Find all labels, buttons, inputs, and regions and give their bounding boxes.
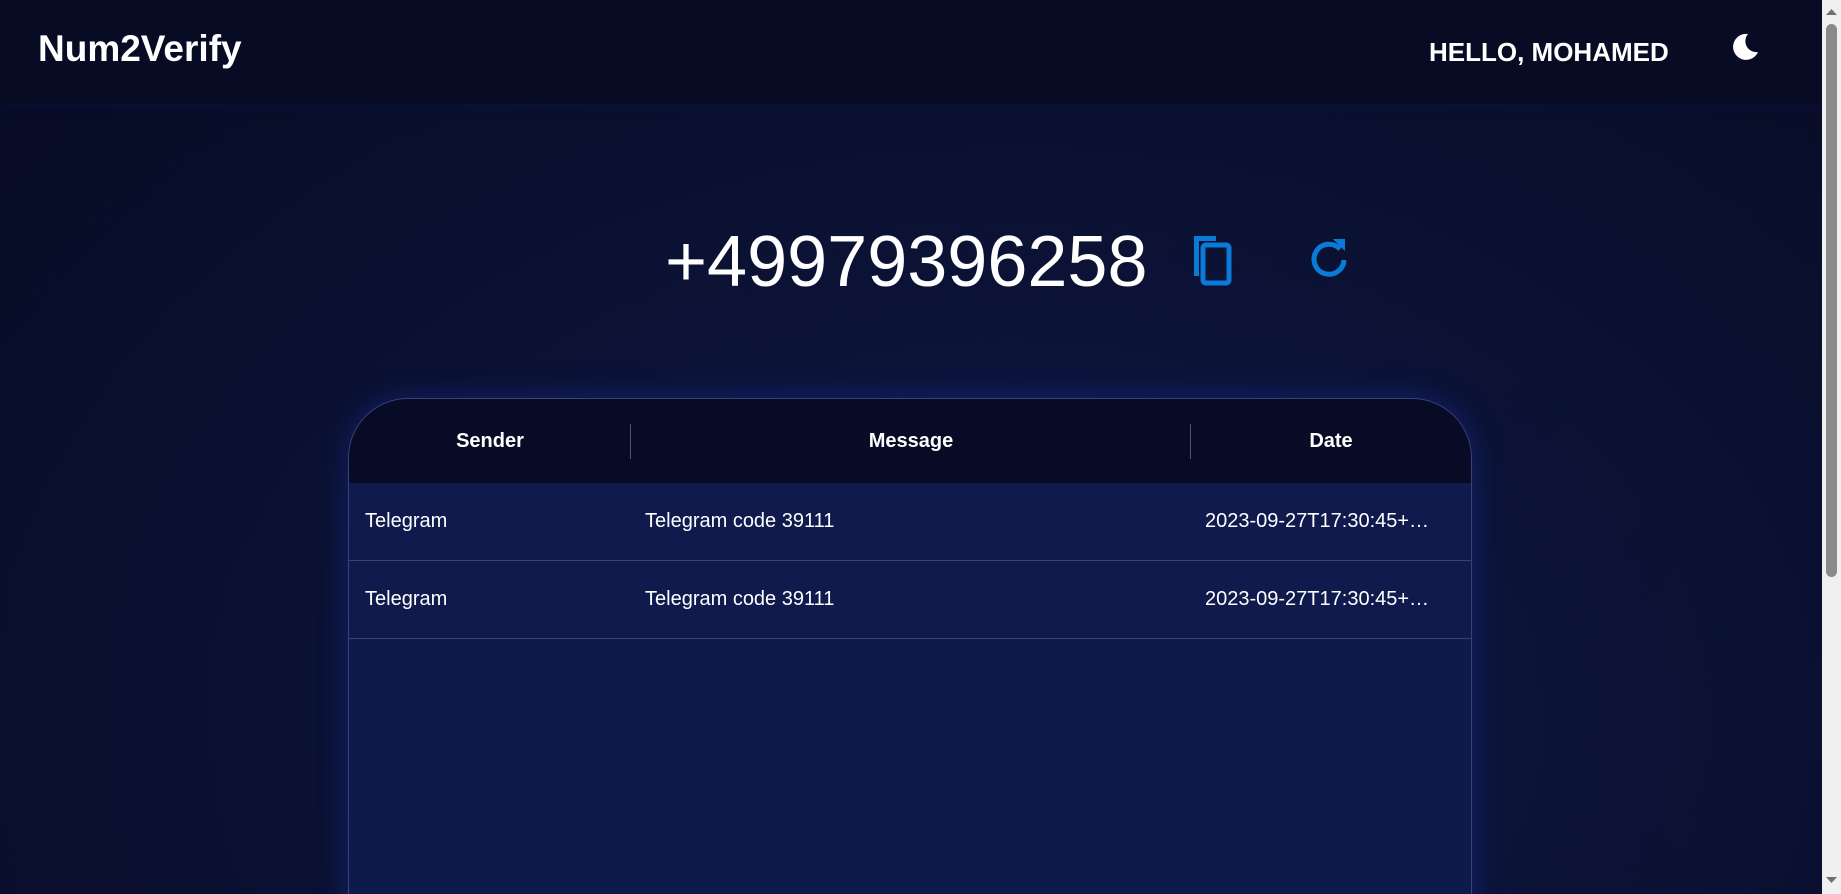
sender-cell: Telegram bbox=[365, 588, 448, 610]
date-cell: 2023-09-27T17:30:45+… bbox=[1205, 588, 1430, 610]
table-row[interactable]: Telegram Telegram code 39111 2023-09-27T… bbox=[349, 483, 1471, 561]
table-row[interactable]: Telegram Telegram code 39111 2023-09-27T… bbox=[349, 561, 1471, 639]
column-header-date[interactable]: Date bbox=[1191, 399, 1471, 483]
vertical-scrollbar[interactable] bbox=[1822, 0, 1841, 894]
messages-table: Sender Message Date Telegram Telegram co… bbox=[348, 398, 1472, 894]
table-header: Sender Message Date bbox=[349, 399, 1471, 484]
copy-icon[interactable] bbox=[1188, 232, 1246, 290]
phone-number: +49979396258 bbox=[665, 222, 1148, 302]
moon-icon[interactable] bbox=[1728, 30, 1762, 64]
column-header-sender[interactable]: Sender bbox=[349, 399, 631, 483]
message-cell: Telegram code 39111 bbox=[645, 510, 835, 532]
scroll-up-svg bbox=[1826, 9, 1837, 15]
message-cell: Telegram code 39111 bbox=[645, 588, 835, 610]
brand-logo-text[interactable]: Num2Verify bbox=[38, 28, 242, 70]
column-header-message[interactable]: Message bbox=[631, 399, 1191, 483]
scroll-thumb[interactable] bbox=[1826, 24, 1837, 577]
date-cell: 2023-09-27T17:30:45+… bbox=[1205, 510, 1430, 532]
theme-toggle-svg bbox=[1733, 33, 1758, 60]
scroll-down-svg bbox=[1826, 877, 1837, 883]
number-panel: +49979396258 bbox=[0, 215, 1822, 305]
scroll-down-arrow-icon[interactable] bbox=[1822, 872, 1841, 888]
top-navbar: Num2Verify HELLO, MOHAMED bbox=[0, 0, 1822, 104]
scroll-up-arrow-icon[interactable] bbox=[1822, 4, 1841, 20]
refresh-icon-svg bbox=[1311, 239, 1347, 277]
sender-cell: Telegram bbox=[365, 510, 448, 532]
copy-icon-svg bbox=[1194, 236, 1232, 286]
refresh-icon[interactable] bbox=[1304, 235, 1354, 285]
user-greeting: HELLO, MOHAMED bbox=[1429, 37, 1669, 67]
